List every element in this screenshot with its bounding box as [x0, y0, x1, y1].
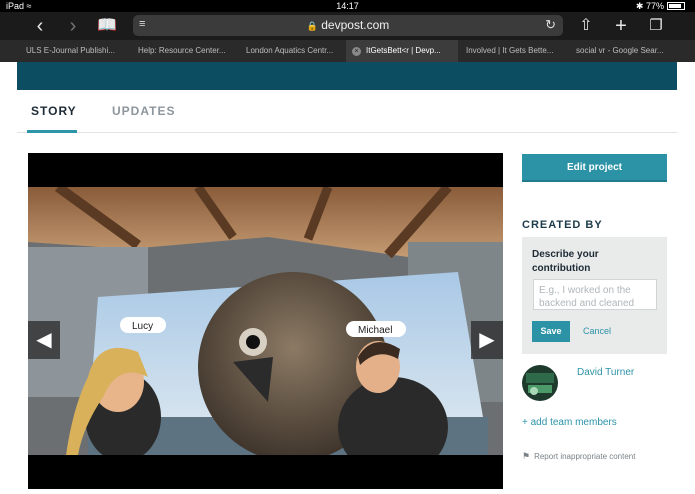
- chevron-right-icon: ▶: [479, 329, 495, 351]
- cancel-link[interactable]: Cancel: [583, 326, 611, 336]
- reload-icon[interactable]: ↻: [545, 17, 556, 33]
- tab-label: London Aquatics Centr...: [246, 46, 334, 55]
- report-content-link[interactable]: ⚑ Report inappropriate content: [522, 451, 635, 462]
- chevron-left-icon: ◀: [36, 329, 52, 351]
- avatar-label-lucy: Lucy: [132, 321, 153, 332]
- contribution-textarea[interactable]: E.g., I worked on the backend and cleane…: [533, 279, 657, 310]
- browser-tab-active[interactable]: × ItGetsBett<r | Devp...: [346, 40, 458, 62]
- tab-label: ULS E-Journal Publishi...: [26, 46, 115, 55]
- contribution-title: Describe your contribution: [532, 249, 599, 274]
- tab-strip: ULS E-Journal Publishi... Help: Resource…: [0, 40, 695, 62]
- browser-toolbar: ‹ › 📖 ≡ 🔒 devpost.com ↻ ⇧ + ❐: [0, 12, 695, 40]
- contribution-form: Describe your contribution E.g., I worke…: [522, 237, 667, 354]
- address-bar[interactable]: ≡ 🔒 devpost.com ↻: [133, 15, 563, 36]
- ios-status-bar: iPad ≈ 14:17 ✱ 77%: [0, 0, 695, 12]
- save-button[interactable]: Save: [532, 321, 570, 342]
- project-header-banner: [17, 62, 677, 90]
- tab-updates[interactable]: UPDATES: [112, 104, 175, 118]
- new-tab-icon[interactable]: +: [610, 15, 632, 37]
- gallery-prev-button[interactable]: ◀: [28, 321, 60, 359]
- tab-story[interactable]: STORY: [31, 104, 77, 118]
- gallery-next-button[interactable]: ▶: [471, 321, 503, 359]
- forward-icon[interactable]: ›: [62, 15, 84, 37]
- active-tab-indicator: [27, 130, 77, 133]
- tab-label: ItGetsBett<r | Devp...: [366, 46, 441, 55]
- bluetooth-icon: ✱: [635, 1, 644, 11]
- browser-tab[interactable]: Help: Resource Center...: [132, 40, 240, 62]
- team-member-name[interactable]: David Turner: [577, 367, 634, 378]
- avatar[interactable]: [522, 365, 558, 401]
- report-label: Report inappropriate content: [534, 452, 636, 461]
- browser-tab[interactable]: Involved | It Gets Bette...: [460, 40, 568, 62]
- vr-scene-image: Lucy Michael: [28, 187, 503, 455]
- battery-icon: [667, 2, 685, 10]
- url-text: 🔒 devpost.com: [133, 18, 563, 32]
- tab-label: Help: Resource Center...: [138, 46, 226, 55]
- bookmarks-icon[interactable]: 📖: [96, 15, 118, 37]
- tab-label: social vr - Google Sear...: [576, 46, 664, 55]
- avatar-label-michael: Michael: [358, 325, 392, 336]
- url-domain: devpost.com: [321, 18, 390, 32]
- browser-tab[interactable]: London Aquatics Centr...: [240, 40, 346, 62]
- battery-status: ✱ 77%: [636, 1, 685, 12]
- back-icon[interactable]: ‹: [29, 15, 51, 37]
- lock-icon: 🔒: [306, 21, 318, 31]
- battery-percent: 77%: [645, 1, 664, 11]
- flag-icon: ⚑: [522, 451, 531, 461]
- project-subnav: STORY UPDATES: [17, 92, 677, 133]
- edit-project-button[interactable]: Edit project: [522, 154, 667, 182]
- avatar-image: [522, 365, 558, 401]
- created-by-heading: CREATED BY: [522, 219, 603, 231]
- clock: 14:17: [336, 1, 359, 11]
- tab-label: Involved | It Gets Bette...: [466, 46, 554, 55]
- browser-tab[interactable]: ULS E-Journal Publishi...: [20, 40, 132, 62]
- browser-tab[interactable]: social vr - Google Sear...: [570, 40, 678, 62]
- close-tab-icon[interactable]: ×: [352, 47, 361, 56]
- tabs-overview-icon[interactable]: ❐: [645, 15, 667, 37]
- add-team-members-link[interactable]: + add team members: [522, 417, 617, 428]
- media-gallery[interactable]: Lucy Michael ◀ ▶: [28, 153, 503, 489]
- share-icon[interactable]: ⇧: [575, 15, 597, 37]
